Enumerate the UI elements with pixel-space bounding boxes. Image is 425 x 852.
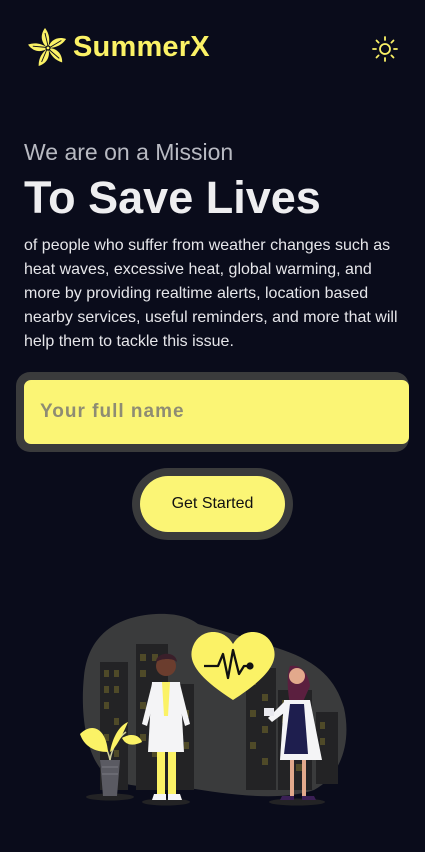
hero-kicker: We are on a Mission [24, 139, 234, 165]
app-page: SummerX We are on a Mission To Save Live… [0, 0, 425, 852]
header: SummerX [0, 0, 425, 96]
sun-icon[interactable] [371, 35, 399, 63]
brand-logo[interactable]: SummerX [28, 27, 210, 67]
hero-description: of people who suffer from weather change… [24, 237, 398, 350]
doctors-heartbeat-illustration [80, 613, 347, 806]
full-name-input[interactable] [24, 380, 409, 444]
name-field-frame [16, 372, 409, 452]
hero-section: We are on a Mission To Save Lives of peo… [24, 138, 409, 354]
flower-icon [28, 28, 67, 66]
hero-title: To Save Lives [24, 172, 321, 223]
get-started-button[interactable]: Get Started [140, 476, 285, 532]
cta-frame: Get Started [132, 468, 293, 540]
brand-name: SummerX [73, 31, 210, 63]
